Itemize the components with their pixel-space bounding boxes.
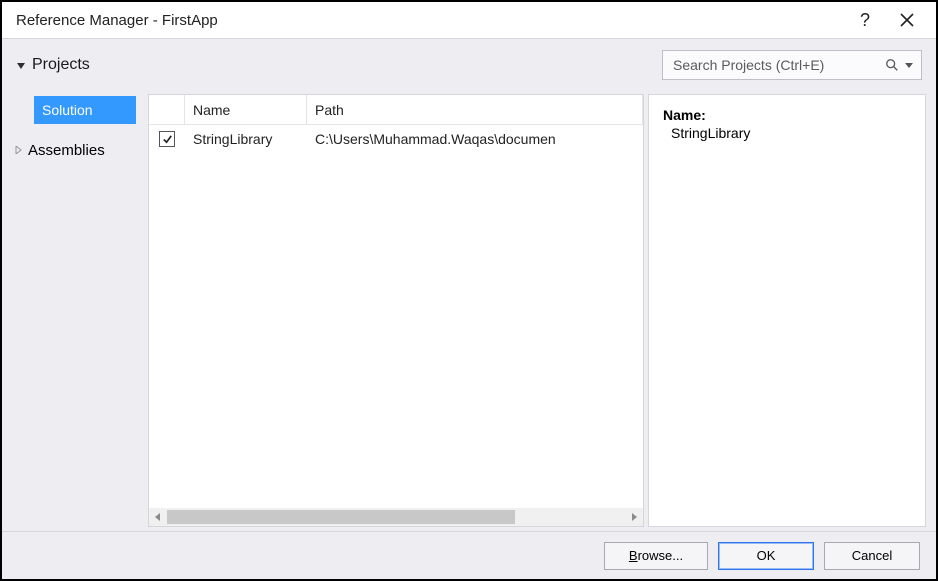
category-header[interactable]: Projects [16,56,90,74]
row-checkbox[interactable] [159,131,175,147]
column-header-path[interactable]: Path [307,95,643,124]
ok-button[interactable]: OK [718,542,814,570]
close-button[interactable] [886,5,928,35]
search-box[interactable] [662,50,922,80]
category-title: Projects [32,56,90,74]
column-headers: Name Path [149,95,643,125]
scroll-left-icon[interactable] [149,513,167,521]
footer: Browse... OK Cancel [2,531,936,579]
help-button[interactable]: ? [844,5,886,35]
titlebar: Reference Manager - FirstApp ? [2,2,936,38]
collapse-icon [16,60,26,70]
details-name-label: Name: [663,107,911,123]
column-header-name[interactable]: Name [185,95,307,124]
reference-list: Name Path StringLibrary C:\Users\Muhamma… [148,94,644,527]
cancel-button[interactable]: Cancel [824,542,920,570]
row-checkbox-cell [149,131,185,147]
ok-button-label: OK [757,548,776,563]
top-row: Projects [2,38,936,90]
horizontal-scrollbar[interactable] [149,508,643,526]
sidebar-item-label: Solution [42,102,93,118]
search-input[interactable] [673,57,879,73]
sidebar-category-label: Assemblies [28,142,105,159]
search-icon[interactable] [879,58,905,72]
scroll-track[interactable] [167,509,625,525]
scroll-thumb[interactable] [167,510,515,524]
browse-button[interactable]: Browse... [604,542,708,570]
chevron-right-icon [14,146,22,154]
scroll-right-icon[interactable] [625,513,643,521]
column-header-checkbox[interactable] [149,95,185,124]
sidebar-category-assemblies[interactable]: Assemblies [2,136,148,164]
sidebar-item-solution[interactable]: Solution [34,96,136,124]
close-icon [900,13,914,27]
sidebar: Solution Assemblies [2,90,148,531]
row-path: C:\Users\Muhammad.Waqas\documen [307,131,643,147]
window-title: Reference Manager - FirstApp [16,12,844,29]
browse-button-label: Browse... [629,548,683,563]
body: Solution Assemblies Name Path StringLibr… [2,90,936,531]
cancel-button-label: Cancel [852,548,892,563]
row-name: StringLibrary [185,131,307,147]
checkmark-icon [162,134,173,145]
search-dropdown-icon[interactable] [905,57,915,72]
details-name-value: StringLibrary [663,123,911,141]
list-row[interactable]: StringLibrary C:\Users\Muhammad.Waqas\do… [149,125,643,153]
details-pane: Name: StringLibrary [648,94,926,527]
